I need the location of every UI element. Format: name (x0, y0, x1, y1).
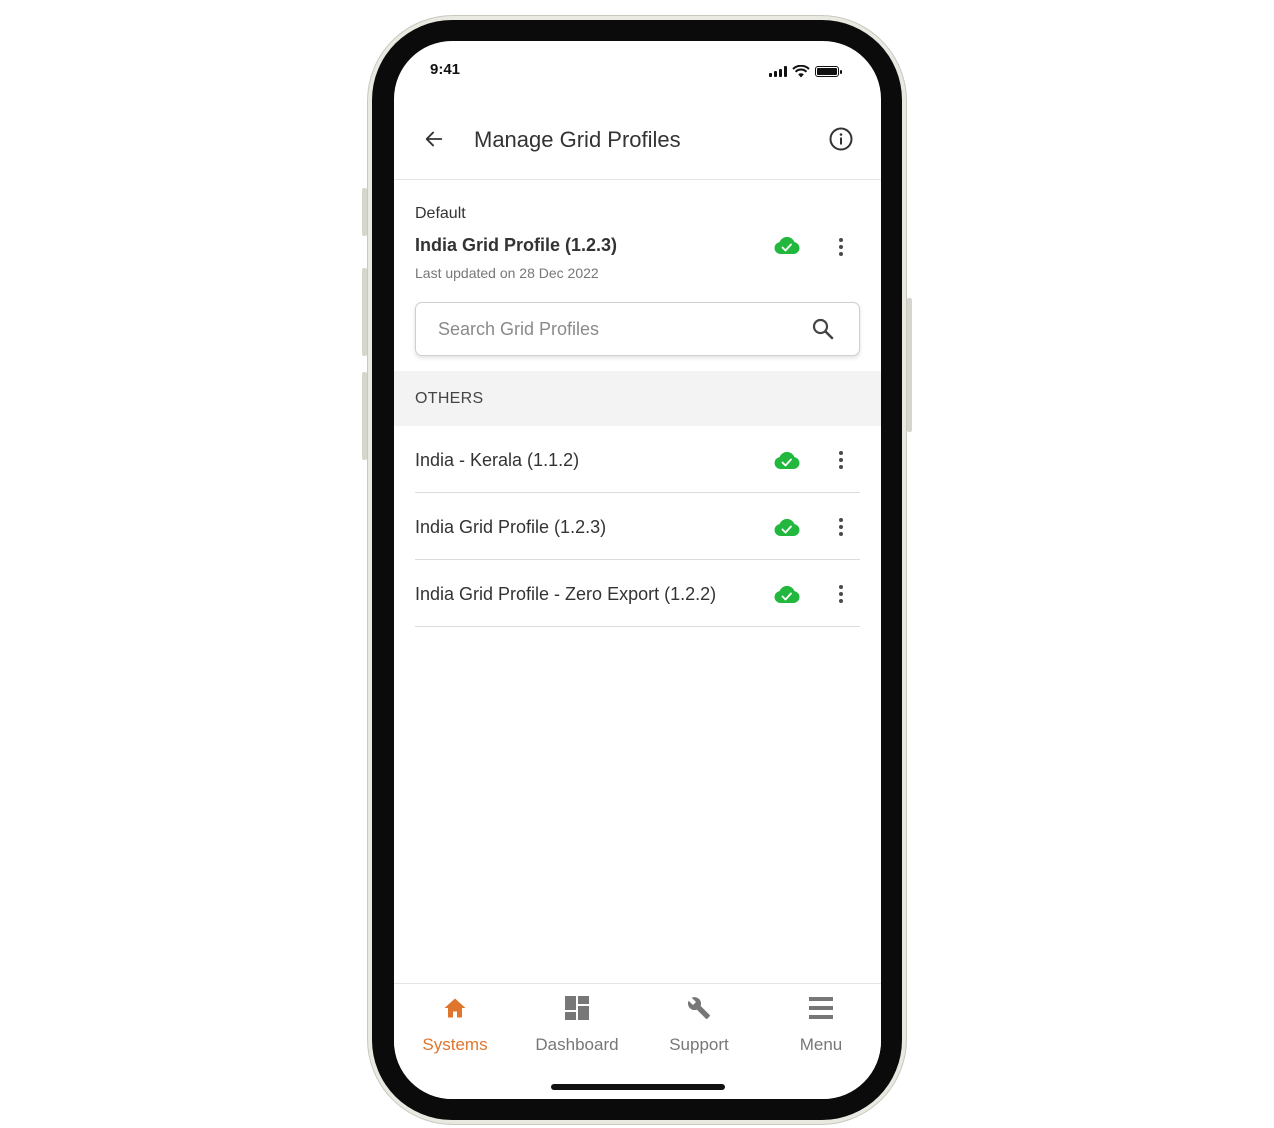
volume-up-button (362, 268, 367, 356)
profile-list-item[interactable]: India Grid Profile - Zero Export (1.2.2) (394, 560, 881, 627)
nav-support[interactable]: Support (638, 984, 760, 1064)
wrench-icon (687, 997, 710, 1019)
profile-list-item[interactable]: India Grid Profile (1.2.3) (394, 493, 881, 560)
cloud-check-icon[interactable] (772, 516, 802, 538)
nav-label: Systems (422, 1035, 488, 1054)
cloud-check-icon[interactable] (772, 449, 802, 471)
more-options-button[interactable] (831, 448, 851, 472)
divider (415, 625, 860, 627)
others-label: OTHERS (415, 390, 484, 407)
action-button (362, 188, 367, 236)
status-icons (769, 65, 842, 78)
arrow-left-icon (425, 131, 443, 147)
more-options-button[interactable] (831, 515, 851, 539)
default-label: Default (415, 205, 466, 222)
wifi-icon (792, 65, 810, 78)
search-icon[interactable] (811, 317, 835, 341)
nav-dashboard[interactable]: Dashboard (516, 984, 638, 1064)
back-button[interactable] (418, 123, 450, 155)
nav-systems[interactable]: Systems (394, 984, 516, 1064)
others-section-header: OTHERS (394, 371, 881, 426)
profile-name: India - Kerala (1.1.2) (415, 450, 580, 470)
nav-label: Support (669, 1035, 729, 1054)
bottom-navigation: Systems Dashboard Support Menu (394, 983, 881, 1099)
power-button (907, 298, 912, 432)
home-icon (444, 998, 466, 1018)
home-indicator[interactable] (551, 1084, 725, 1090)
profile-name: India Grid Profile - Zero Export (1.2.2) (415, 584, 717, 604)
search-box (415, 302, 860, 356)
more-options-button[interactable] (831, 235, 851, 259)
cellular-signal-icon (769, 66, 787, 77)
nav-label: Menu (799, 1035, 843, 1054)
volume-down-button (362, 372, 367, 460)
default-profile-name: India Grid Profile (1.2.3) (415, 235, 618, 255)
default-profile-updated: Last updated on 28 Dec 2022 (415, 265, 599, 281)
dashboard-icon (565, 996, 589, 1020)
phone-screen: 9:41 Manage Grid Profiles Default India … (394, 41, 881, 1099)
menu-icon (809, 997, 833, 1019)
cloud-check-icon[interactable] (772, 583, 802, 605)
cloud-check-icon[interactable] (772, 234, 802, 256)
nav-label: Dashboard (535, 1035, 619, 1054)
app-header: Manage Grid Profiles (394, 113, 881, 180)
profile-list-item[interactable]: India - Kerala (1.1.2) (394, 426, 881, 493)
status-time: 9:41 (430, 61, 461, 78)
profile-list: India - Kerala (1.1.2) India Grid Profil… (394, 426, 881, 627)
info-icon (829, 127, 853, 151)
info-button[interactable] (825, 123, 857, 155)
battery-icon (815, 66, 842, 77)
nav-menu[interactable]: Menu (760, 984, 881, 1064)
profile-name: India Grid Profile (1.2.3) (415, 517, 607, 537)
page-title: Manage Grid Profiles (474, 127, 681, 152)
search-input[interactable] (436, 303, 800, 356)
more-options-button[interactable] (831, 582, 851, 606)
